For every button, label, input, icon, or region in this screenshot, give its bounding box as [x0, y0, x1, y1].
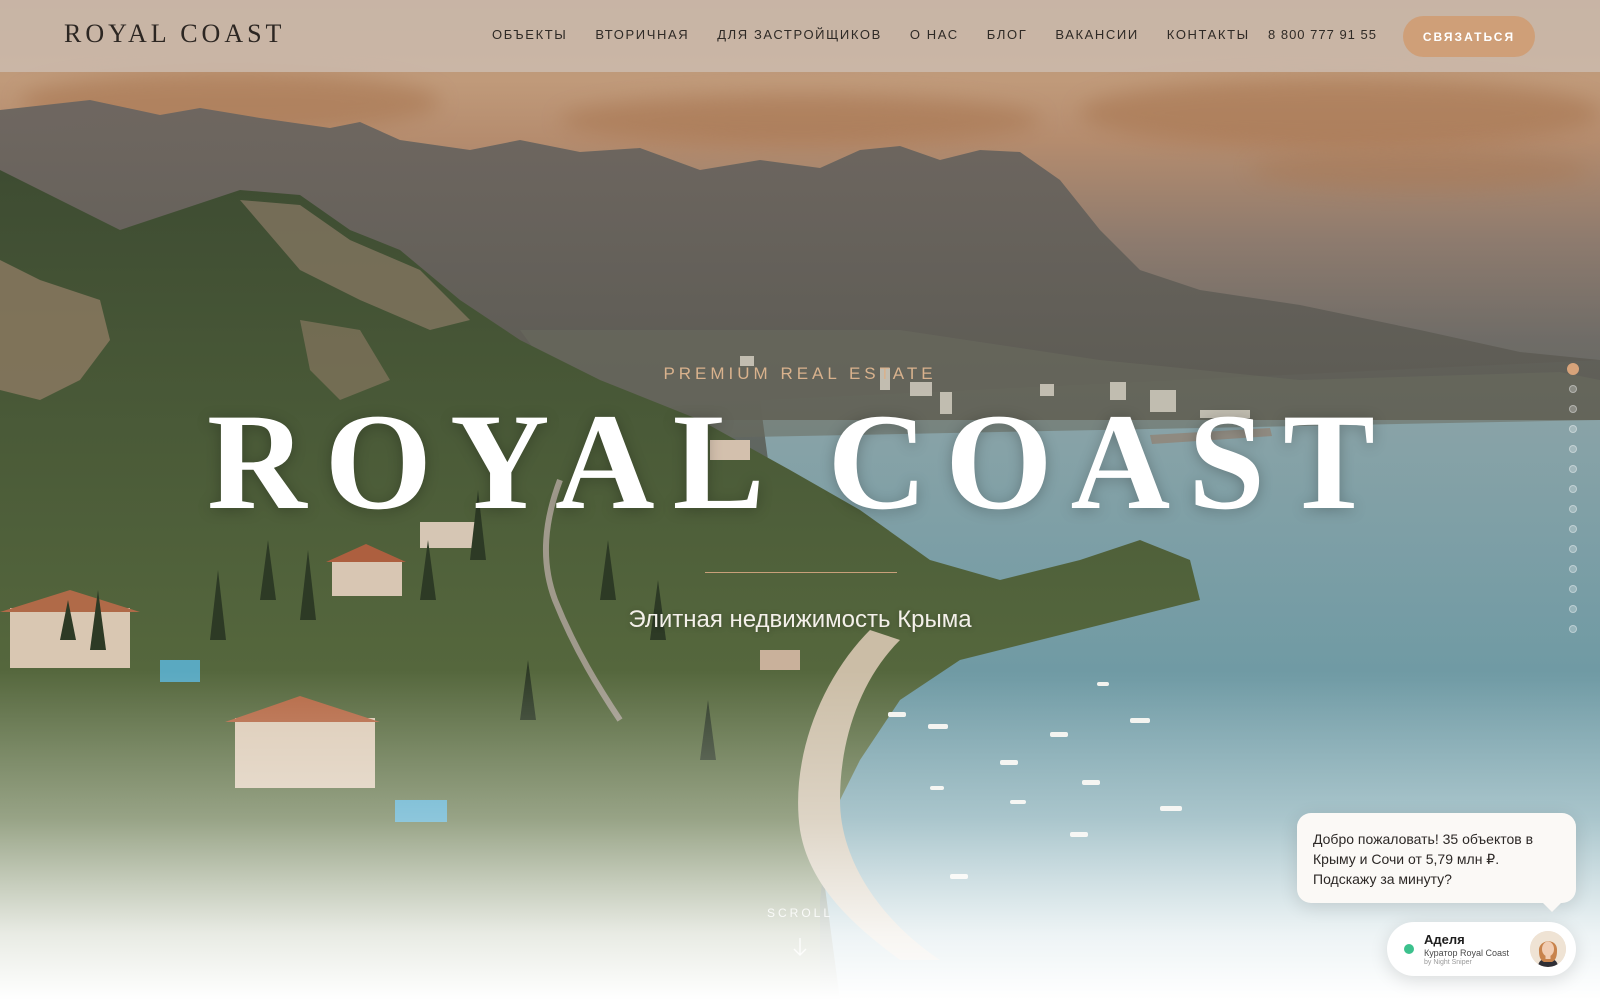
nav-link-objects[interactable]: ОБЪЕКТЫ	[492, 27, 567, 42]
pagination-dot[interactable]	[1569, 405, 1577, 413]
phone-link[interactable]: 8 800 777 91 55	[1268, 27, 1377, 42]
nav-link-blog[interactable]: БЛОГ	[987, 27, 1028, 42]
chat-message: Добро пожаловать! 35 объектов в Крыму и …	[1313, 831, 1534, 887]
pagination-dot[interactable]	[1569, 605, 1577, 613]
hero-subtitle: Элитная недвижимость Крыма	[628, 606, 972, 633]
pagination-dot[interactable]	[1569, 585, 1577, 593]
nav-link-about[interactable]: О НАС	[910, 27, 959, 42]
pagination-dot[interactable]	[1569, 425, 1577, 433]
pagination-dot[interactable]	[1569, 445, 1577, 453]
pagination-dot[interactable]	[1569, 465, 1577, 473]
hero-title: ROYAL COAST	[206, 385, 1394, 538]
site-header: ROYAL COAST ОБЪЕКТЫ ВТОРИЧНАЯ ДЛЯ ЗАСТРО…	[0, 0, 1600, 72]
site-logo[interactable]: ROYAL COAST	[64, 19, 285, 49]
chat-bubble[interactable]: Добро пожаловать! 35 объектов в Крыму и …	[1297, 813, 1576, 912]
pagination-dot[interactable]	[1569, 505, 1577, 513]
section-pagination	[1567, 363, 1579, 645]
arrow-down-icon[interactable]	[791, 936, 809, 958]
scroll-label[interactable]: SCROLL	[0, 906, 1600, 920]
nav-link-developers[interactable]: ДЛЯ ЗАСТРОЙЩИКОВ	[717, 27, 882, 42]
pagination-dot[interactable]	[1569, 385, 1577, 393]
pagination-dot[interactable]	[1569, 565, 1577, 573]
pagination-dot[interactable]	[1569, 625, 1577, 633]
agent-role: Куратор Royal Coast	[1424, 948, 1510, 958]
nav-link-vacancies[interactable]: ВАКАНСИИ	[1055, 27, 1138, 42]
avatar	[1530, 931, 1566, 967]
pagination-dot[interactable]	[1569, 525, 1577, 533]
pagination-dot[interactable]	[1569, 545, 1577, 553]
online-dot-icon	[1404, 944, 1414, 954]
pagination-dot[interactable]	[1569, 485, 1577, 493]
agent-name: Аделя	[1424, 932, 1465, 947]
chat-agent-card[interactable]: Аделя Куратор Royal Coast by Night Snipe…	[1387, 922, 1576, 976]
nav-link-contacts[interactable]: КОНТАКТЫ	[1167, 27, 1250, 42]
hero-divider	[705, 572, 897, 573]
pagination-dot[interactable]	[1567, 363, 1579, 375]
nav-link-secondary[interactable]: ВТОРИЧНАЯ	[595, 27, 689, 42]
hero-kicker: PREMIUM REAL ESTATE	[663, 364, 937, 383]
main-nav: ОБЪЕКТЫ ВТОРИЧНАЯ ДЛЯ ЗАСТРОЙЩИКОВ О НАС…	[492, 27, 1278, 42]
powered-by: by Night Sniper	[1424, 959, 1472, 966]
contact-button[interactable]: СВЯЗАТЬСЯ	[1403, 16, 1535, 57]
